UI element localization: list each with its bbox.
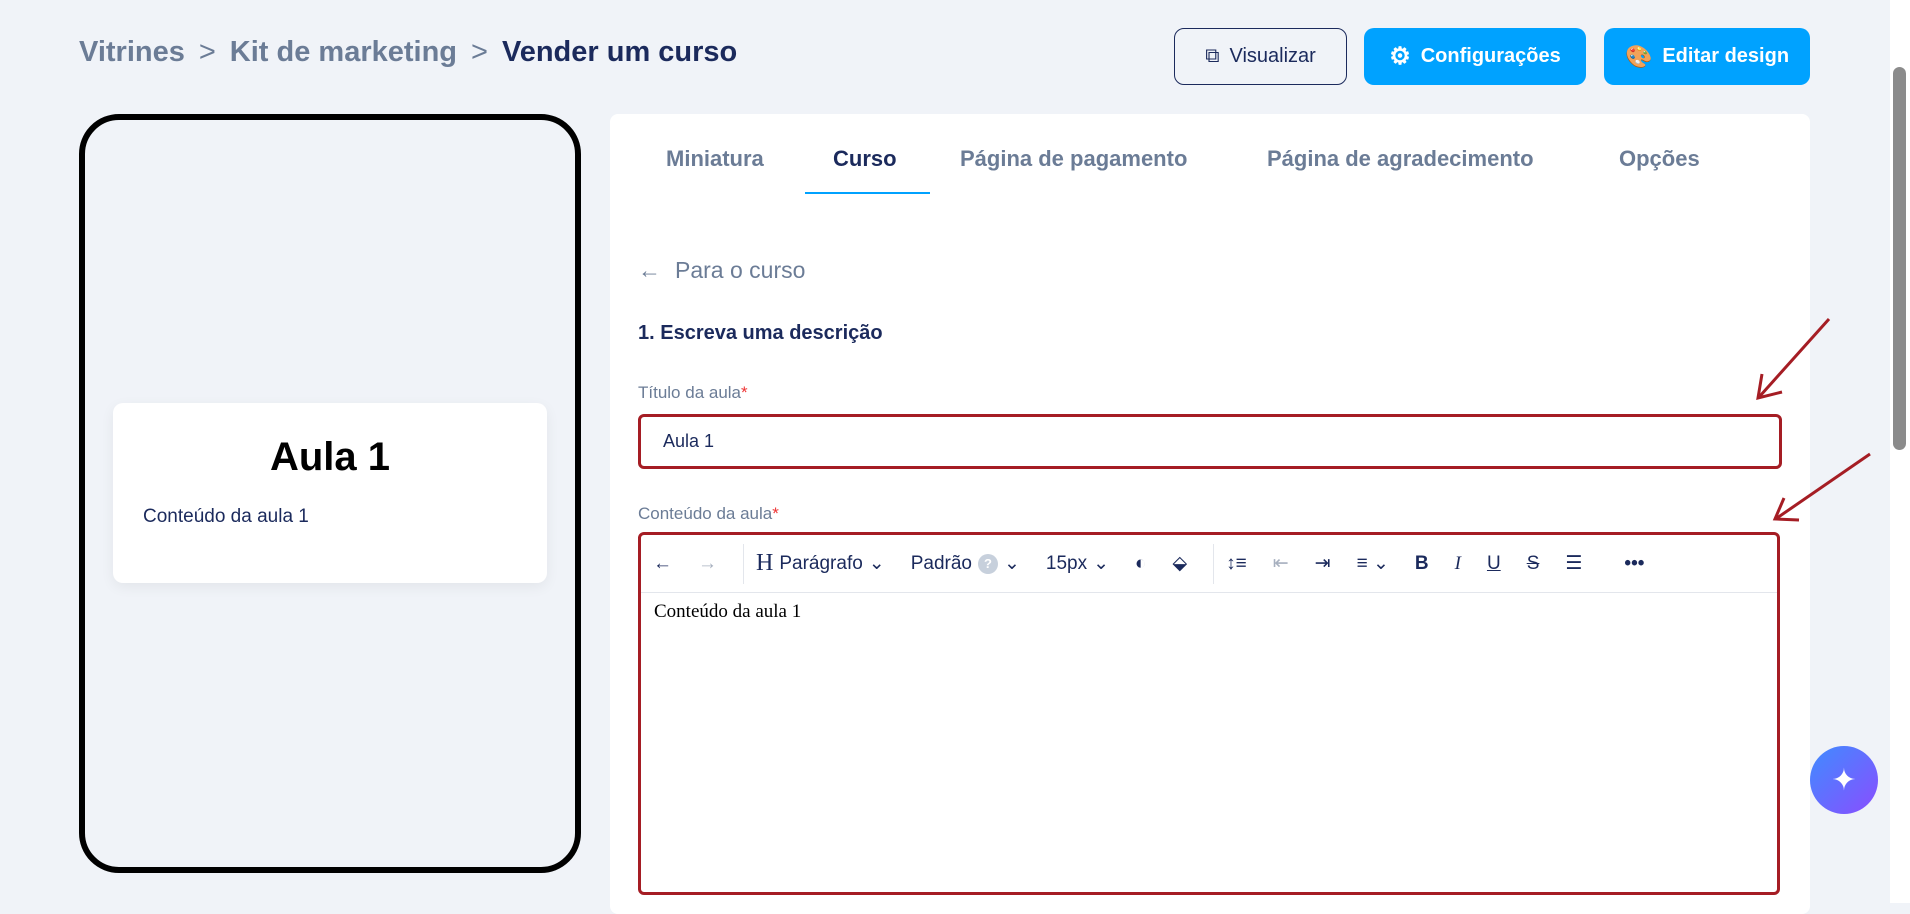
ai-assistant-button[interactable]: ✦ (1810, 746, 1878, 814)
sparkle-icon: ✦ (1831, 763, 1857, 797)
annotation-arrow-icon (1756, 317, 1831, 401)
annotation-arrows (1756, 317, 1871, 522)
annotation-arrow-icon (1772, 452, 1871, 522)
scrollbar-thumb[interactable] (1893, 67, 1906, 450)
